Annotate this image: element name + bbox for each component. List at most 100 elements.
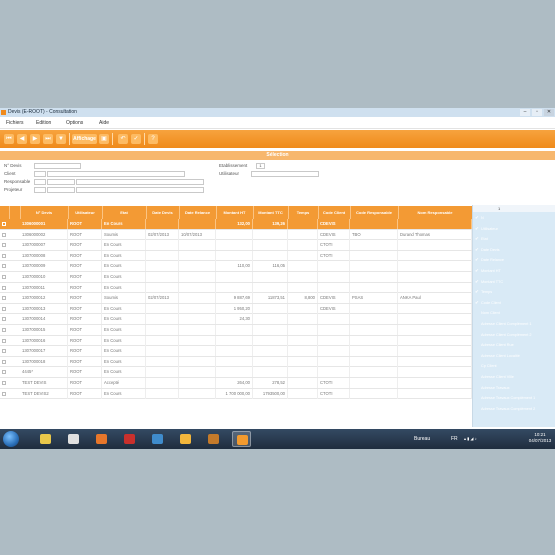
column-header[interactable]: Temps: [288, 206, 319, 219]
table-row[interactable]: TEST DEVIS2 ROOT En Cours 1 700 000,00 17935…: [0, 388, 472, 400]
close-button[interactable]: ✕: [544, 109, 554, 116]
taskbar-pdf-reader-button[interactable]: [120, 431, 139, 447]
row-checkbox[interactable]: [2, 349, 6, 354]
row-checkbox[interactable]: [2, 359, 6, 364]
column-header[interactable]: Montant TTC: [253, 206, 289, 219]
row-checkbox[interactable]: [2, 243, 6, 248]
column-option[interactable]: ✔ Montant TTC: [475, 277, 555, 288]
table-row[interactable]: 1307000013 ROOT En Cours 1 950,20 CDEVIS: [0, 303, 472, 315]
utilisateur-input[interactable]: [251, 171, 319, 177]
taskbar-media-player-button[interactable]: [64, 431, 83, 447]
table-row[interactable]: 1307000007 ROOT En Cours CTOTI: [0, 240, 472, 251]
affichage-button[interactable]: Affichage: [72, 134, 97, 144]
taskbar-outlook-button[interactable]: [176, 431, 195, 447]
table-row[interactable]: 1307000014 ROOT En Cours 24,30: [0, 314, 472, 325]
table-row[interactable]: 1307000017 ROOT En Cours: [0, 346, 472, 357]
row-checkbox[interactable]: [2, 264, 6, 269]
table-row[interactable]: 1306000002 ROOT Soumis 02/07/2013 10/07/2013…: [0, 229, 472, 241]
column-option[interactable]: ✔Adresse Travaux Complément 2: [475, 404, 555, 415]
maximize-button[interactable]: ▫: [532, 109, 542, 116]
column-option[interactable]: ✔Adresse Client Localité: [475, 351, 555, 362]
row-checkbox[interactable]: [2, 296, 6, 301]
table-row[interactable]: 1307000015 ROOT En Cours: [0, 325, 472, 336]
table-row[interactable]: 1307000016 ROOT En Cours: [0, 335, 472, 347]
table-row[interactable]: 1307000009 ROOT En Cours 110,00 116,05: [0, 261, 472, 272]
row-checkbox[interactable]: [2, 328, 6, 332]
next-record-button[interactable]: ▶: [30, 134, 40, 144]
client-code-input[interactable]: [34, 171, 46, 177]
projeteur-name-input[interactable]: [76, 187, 204, 193]
column-option[interactable]: ✔ Date Relance: [475, 255, 555, 266]
row-checkbox[interactable]: [2, 232, 6, 237]
filter-button[interactable]: ▼: [56, 134, 66, 144]
taskbar-app-active-button[interactable]: [232, 431, 251, 447]
taskbar-app-icons-button[interactable]: [204, 431, 223, 447]
row-checkbox[interactable]: [2, 253, 6, 258]
column-header[interactable]: N° Devis: [20, 206, 69, 219]
column-header[interactable]: Code Client: [318, 206, 351, 219]
column-option[interactable]: ✔ Date Devis: [475, 245, 555, 256]
menu-fichiers[interactable]: Fichiers: [6, 118, 24, 128]
responsable-name-input[interactable]: [76, 179, 204, 185]
table-row[interactable]: 4445* ROOT En Cours: [0, 367, 472, 378]
row-checkbox[interactable]: [2, 222, 6, 226]
column-header[interactable]: Date Devis: [146, 206, 180, 219]
row-checkbox[interactable]: [2, 275, 6, 279]
menu-edition[interactable]: Edition: [36, 118, 51, 128]
taskbar-explorer-button[interactable]: [36, 431, 55, 447]
first-record-button[interactable]: ⏮: [4, 134, 14, 144]
menu-options[interactable]: Options: [66, 118, 83, 128]
taskbar-firefox-button[interactable]: [92, 431, 111, 447]
previous-record-button[interactable]: ◀: [17, 134, 27, 144]
column-option[interactable]: ✔Nom Client: [475, 308, 555, 319]
row-checkbox[interactable]: [2, 381, 6, 385]
table-row[interactable]: 1307000008 ROOT En Cours CTOTI: [0, 250, 472, 262]
column-option[interactable]: ✔ N: [475, 213, 555, 224]
column-header[interactable]: Etat: [102, 206, 147, 219]
table-row[interactable]: 1307000012 ROOT Soumis 02/07/2013 9 887,69 11…: [0, 293, 472, 304]
table-row[interactable]: 1307000011 ROOT En Cours: [0, 282, 472, 294]
client-name-input[interactable]: [47, 171, 185, 177]
table-row[interactable]: 1306000001 ROOT En Cours 132,00 139,26 CDEVIS: [0, 219, 472, 230]
column-option[interactable]: ✔Adresse Travaux Complément 1: [475, 393, 555, 404]
projeteur-id-input[interactable]: [47, 187, 75, 193]
table-row[interactable]: 1307000010 ROOT En Cours: [0, 272, 472, 283]
table-row[interactable]: TEST DEVIS ROOT Accepté 264,00 278,52 CTOTI: [0, 378, 472, 389]
column-header[interactable]: Nom Responsable: [398, 206, 472, 219]
responsable-id-input[interactable]: [47, 179, 75, 185]
validate-button[interactable]: ✓: [131, 134, 141, 144]
column-option[interactable]: ✔Adresse Client Rue: [475, 340, 555, 351]
column-header[interactable]: Montant HT: [216, 206, 254, 219]
row-checkbox[interactable]: [2, 306, 6, 311]
column-header[interactable]: Utilisateur: [68, 206, 103, 219]
last-record-button[interactable]: ⏭: [43, 134, 53, 144]
start-button[interactable]: [3, 431, 19, 447]
column-option[interactable]: ✔ Code Client: [475, 298, 555, 309]
taskbar-spreadsheet-button[interactable]: [148, 431, 167, 447]
column-option[interactable]: ✔ Utilisateur: [475, 224, 555, 235]
column-header[interactable]: Code Responsable: [350, 206, 399, 219]
undo-button[interactable]: ↶: [118, 134, 128, 144]
etablissement-input[interactable]: 1: [256, 163, 265, 169]
save-icon[interactable]: ▣: [99, 134, 109, 144]
column-option[interactable]: ✔Cp Client: [475, 361, 555, 372]
tray-icons[interactable]: ▴ ▮ ◢ ♪: [464, 429, 477, 449]
row-checkbox[interactable]: [2, 370, 6, 375]
row-checkbox[interactable]: [2, 391, 6, 396]
column-option[interactable]: ✔Adresse Travaux: [475, 383, 555, 394]
column-option[interactable]: ✔ Etat: [475, 234, 555, 245]
row-checkbox[interactable]: [2, 317, 6, 322]
minimize-button[interactable]: –: [520, 109, 530, 116]
row-checkbox[interactable]: [2, 285, 6, 290]
responsable-code-input[interactable]: [34, 179, 46, 185]
column-option[interactable]: ✔Adresse Client Ville: [475, 372, 555, 383]
projeteur-code-input[interactable]: [34, 187, 46, 193]
column-option[interactable]: ✔ Montant HT: [475, 266, 555, 277]
column-option[interactable]: ✔ Temps: [475, 287, 555, 298]
menu-aide[interactable]: Aide: [99, 118, 109, 128]
bureau-label[interactable]: Bureau: [414, 429, 430, 449]
column-option[interactable]: ✔Adresse Client Complément 1: [475, 319, 555, 330]
language-indicator[interactable]: FR: [451, 429, 458, 449]
column-header[interactable]: Date Relance: [179, 206, 217, 219]
column-option[interactable]: ✔Adresse Client Complément 2: [475, 330, 555, 341]
